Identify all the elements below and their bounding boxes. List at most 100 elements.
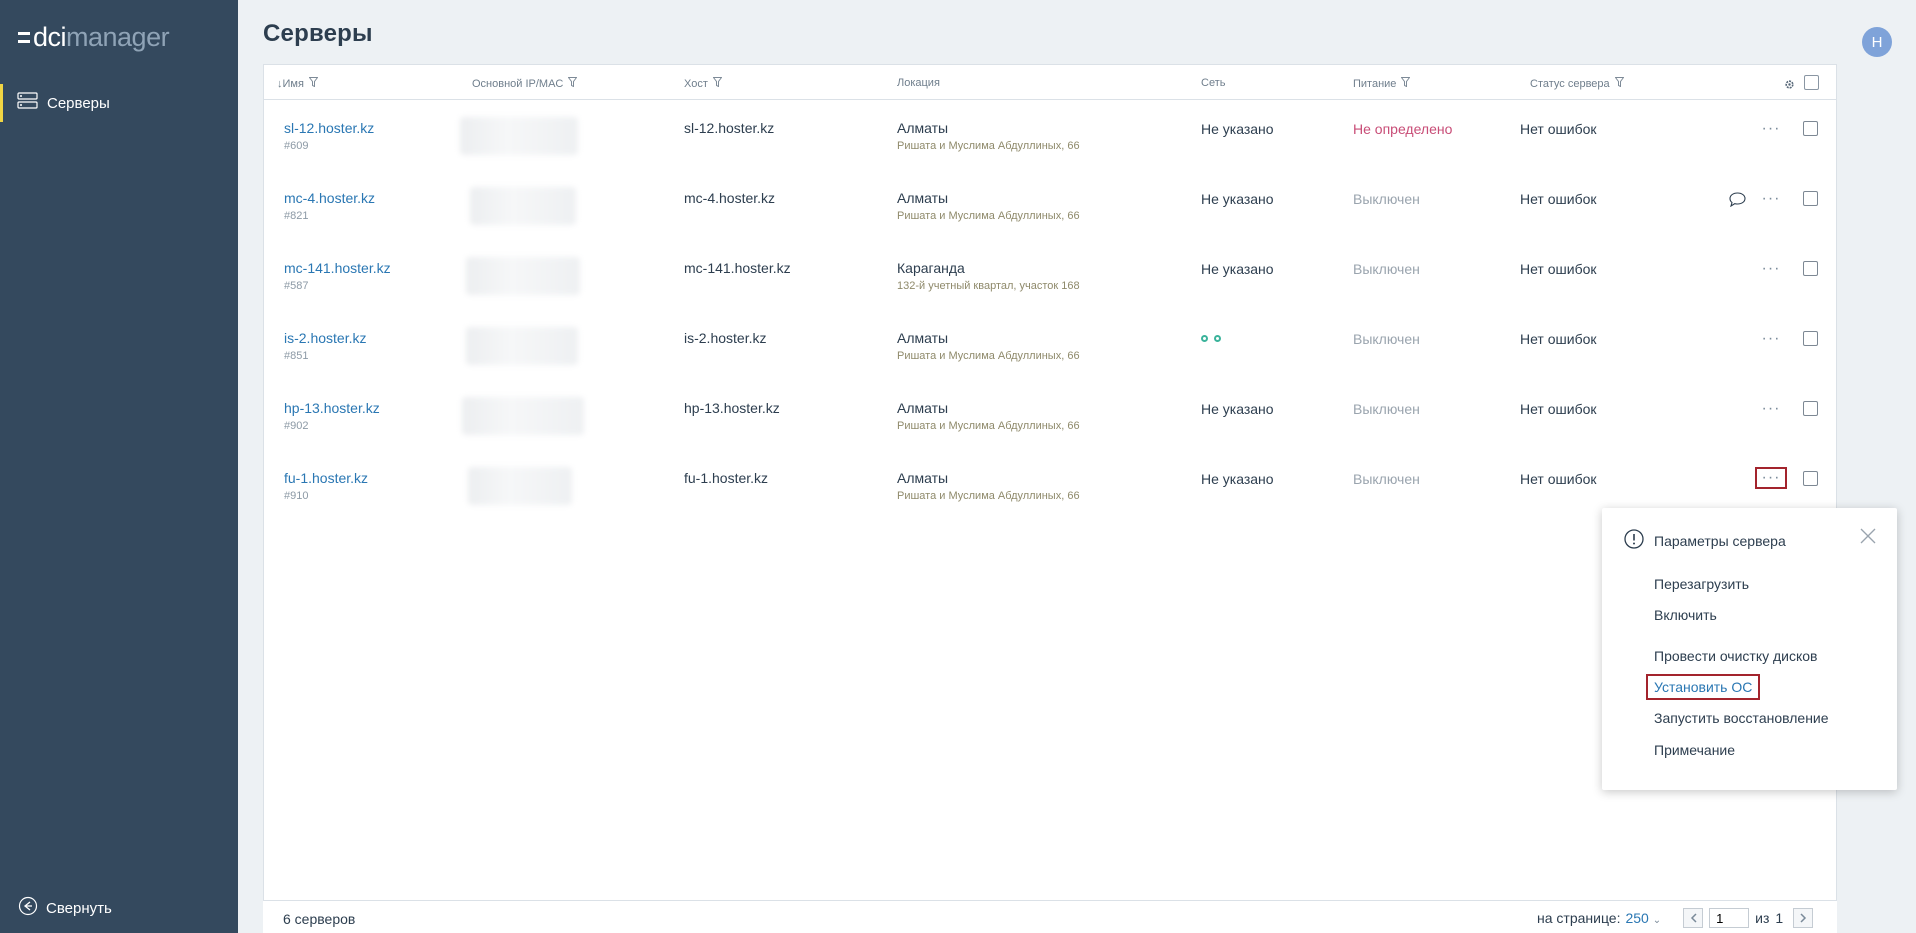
table-row[interactable]: mc-4.hoster.kz #821 mc-4.hoster.kz Алматы Ри…	[264, 187, 1836, 257]
location-city: Алматы	[897, 470, 949, 486]
row-checkbox[interactable]	[1803, 401, 1818, 416]
row-checkbox[interactable]	[1803, 471, 1818, 486]
filter-icon[interactable]	[712, 77, 723, 90]
menu-item-reboot[interactable]: Перезагрузить	[1654, 576, 1749, 592]
collapse-icon	[18, 896, 38, 921]
more-actions-button[interactable]: ···	[1755, 467, 1787, 489]
logo[interactable]: dci manager	[18, 22, 170, 52]
network-cell	[1201, 331, 1221, 342]
power-status: Выключен	[1353, 401, 1420, 417]
location-address: Ришата и Муслима Абдуллиных, 66	[897, 490, 1080, 502]
host-cell: hp-13.hoster.kz	[684, 400, 780, 416]
avatar[interactable]: H	[1862, 27, 1892, 57]
prev-page-button[interactable]	[1683, 908, 1704, 928]
server-name-cell: mc-141.hoster.kz #587	[284, 260, 391, 292]
server-name-link[interactable]: mc-4.hoster.kz	[284, 190, 375, 206]
server-id: #902	[284, 420, 309, 432]
power-status: Не определено	[1353, 121, 1453, 137]
row-checkbox[interactable]	[1803, 331, 1818, 346]
location-address: 132-й учетный квартал, участок 168	[897, 280, 1080, 292]
server-id: #821	[284, 210, 309, 222]
column-label-status: Статус сервера	[1530, 77, 1610, 90]
column-header-location[interactable]: Локация	[897, 77, 940, 89]
page-number-input[interactable]	[1709, 908, 1750, 928]
chevron-down-icon: ⌄	[1652, 915, 1662, 926]
ip-mac-redacted	[468, 467, 572, 505]
next-page-button[interactable]	[1793, 908, 1814, 928]
location-cell: Караганда 132-й учетный квартал, участок …	[897, 260, 1080, 292]
column-header-name[interactable]: ↓ Имя	[277, 77, 319, 90]
menu-item-power-on[interactable]: Включить	[1654, 607, 1717, 623]
host-cell: sl-12.hoster.kz	[684, 120, 775, 136]
menu-item-install-os[interactable]: Установить ОС	[1646, 674, 1761, 700]
host-cell: mc-141.hoster.kz	[684, 260, 791, 276]
per-page-select[interactable]: 250 ⌄	[1625, 910, 1661, 926]
server-id: #851	[284, 350, 309, 362]
table-row[interactable]: mc-141.hoster.kz #587 mc-141.hoster.kz Кара…	[264, 257, 1836, 327]
column-header-ip[interactable]: Основной IP/MAC	[472, 77, 578, 90]
server-status: Нет ошибок	[1520, 471, 1597, 487]
location-cell: Алматы Ришата и Муслима Абдуллиных, 66	[897, 400, 1080, 432]
column-label-name: Имя	[282, 77, 304, 90]
ip-mac-redacted	[462, 397, 584, 435]
close-icon[interactable]	[1860, 528, 1876, 549]
filter-icon[interactable]	[567, 77, 578, 90]
server-name-cell: is-2.hoster.kz #851	[284, 330, 366, 362]
server-status: Нет ошибок	[1520, 331, 1597, 347]
server-name-link[interactable]: is-2.hoster.kz	[284, 330, 366, 346]
per-page-label: на странице:	[1537, 910, 1621, 926]
server-name-link[interactable]: mc-141.hoster.kz	[284, 260, 391, 276]
server-name-link[interactable]: fu-1.hoster.kz	[284, 470, 368, 486]
server-name-cell: fu-1.hoster.kz #910	[284, 470, 368, 502]
filter-icon[interactable]	[308, 77, 319, 90]
network-cell: Не указано	[1201, 191, 1274, 207]
row-checkbox[interactable]	[1803, 261, 1818, 276]
column-header-network[interactable]: Сеть	[1201, 77, 1225, 89]
comment-icon[interactable]	[1729, 192, 1746, 212]
server-name-cell: hp-13.hoster.kz #902	[284, 400, 380, 432]
total-pages: 1	[1775, 910, 1784, 926]
more-actions-button[interactable]: ···	[1755, 118, 1787, 140]
column-header-status[interactable]: Статус сервера	[1530, 77, 1625, 90]
pagination: на странице: 250 ⌄ из 1	[1537, 908, 1814, 928]
table-row[interactable]: fu-1.hoster.kz #910 fu-1.hoster.kz Алматы Ри…	[264, 467, 1836, 537]
sidebar-item-servers[interactable]: Серверы	[0, 84, 238, 122]
table-row[interactable]: is-2.hoster.kz #851 is-2.hoster.kz Алматы Ри…	[264, 327, 1836, 397]
server-status: Нет ошибок	[1520, 401, 1597, 417]
of-label: из	[1755, 910, 1770, 926]
logo-mark	[18, 31, 30, 43]
collapse-button[interactable]: Свернуть	[18, 896, 112, 921]
location-cell: Алматы Ришата и Муслима Абдуллиных, 66	[897, 120, 1080, 152]
more-actions-button[interactable]: ···	[1755, 258, 1787, 280]
more-actions-button[interactable]: ···	[1755, 398, 1787, 420]
server-status: Нет ошибок	[1520, 191, 1597, 207]
table-row[interactable]: hp-13.hoster.kz #902 hp-13.hoster.kz Алматы…	[264, 397, 1836, 467]
column-label-power: Питание	[1353, 77, 1397, 90]
menu-item-note[interactable]: Примечание	[1654, 742, 1735, 758]
menu-item-wipe-disks[interactable]: Провести очистку дисков	[1654, 648, 1818, 664]
location-city: Алматы	[897, 120, 949, 136]
more-actions-button[interactable]: ···	[1755, 188, 1787, 210]
column-label-ip: Основной IP/MAC	[472, 77, 564, 90]
select-all-checkbox[interactable]	[1804, 75, 1819, 90]
row-checkbox[interactable]	[1803, 121, 1818, 136]
server-actions-menu: Параметры сервера Перезагрузить Включить…	[1602, 508, 1897, 790]
menu-item-start-recovery[interactable]: Запустить восстановление	[1654, 710, 1829, 726]
column-header-host[interactable]: Хост	[684, 77, 723, 90]
more-actions-button[interactable]: ···	[1755, 328, 1787, 350]
table-row[interactable]: sl-12.hoster.kz #609 sl-12.hoster.kz Алматы…	[264, 117, 1836, 187]
row-checkbox[interactable]	[1803, 191, 1818, 206]
server-name-link[interactable]: sl-12.hoster.kz	[284, 120, 374, 136]
server-count: 6 серверов	[283, 911, 356, 927]
settings-gear-icon[interactable]	[1784, 77, 1795, 95]
location-cell: Алматы Ришата и Муслима Абдуллиных, 66	[897, 190, 1080, 222]
power-status: Выключен	[1353, 471, 1420, 487]
filter-icon[interactable]	[1400, 77, 1411, 90]
column-header-power[interactable]: Питание	[1353, 77, 1411, 90]
table-header: ↓ Имя Основной IP/MAC Хост Локация Сеть …	[264, 65, 1836, 100]
ip-mac-redacted	[466, 327, 578, 365]
sidebar-item-label: Серверы	[47, 94, 110, 112]
ip-mac-redacted	[460, 117, 578, 155]
filter-icon[interactable]	[1614, 77, 1625, 90]
server-name-link[interactable]: hp-13.hoster.kz	[284, 400, 380, 416]
